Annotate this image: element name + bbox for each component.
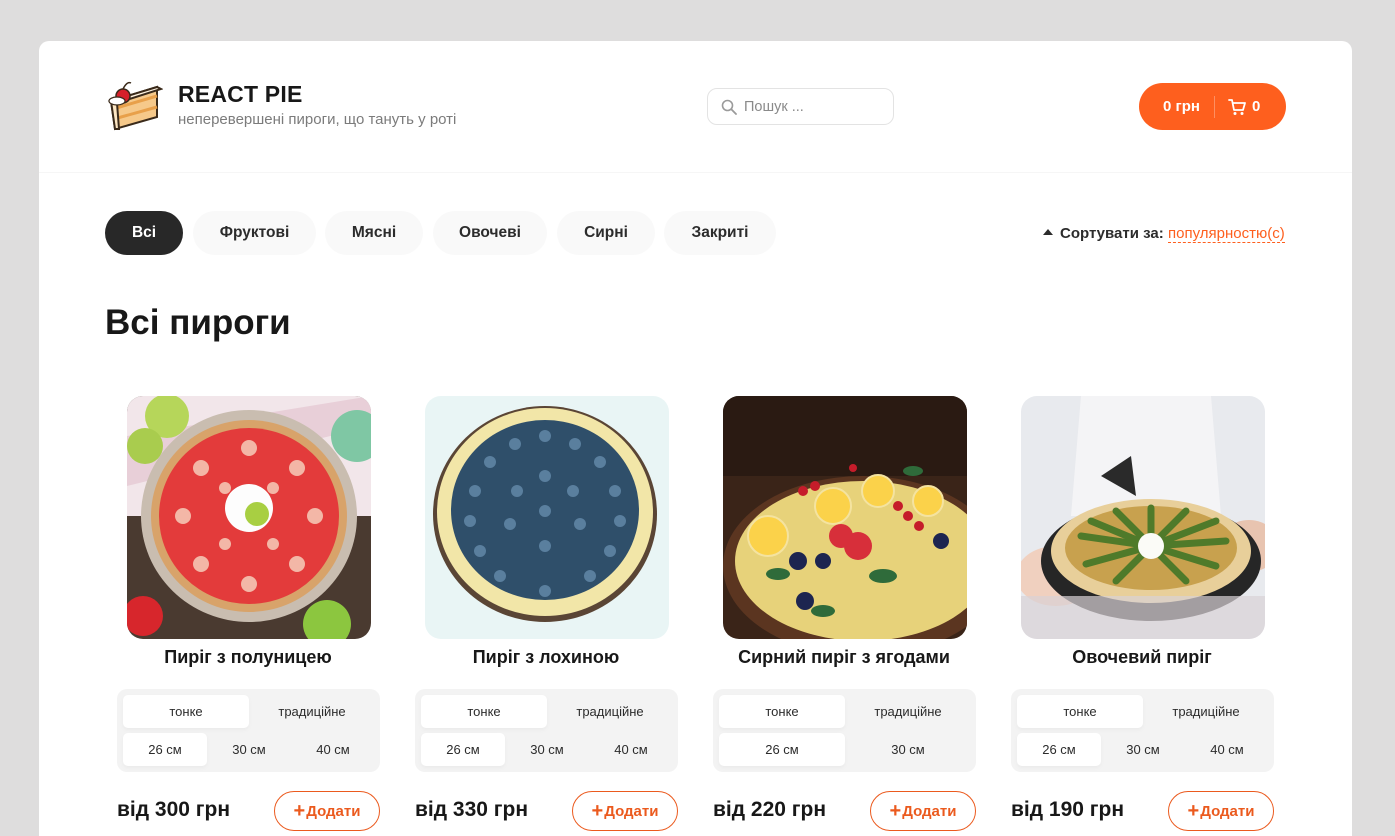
product-card: Овочевий пиріг тонке традиційне 26 см 30… [1011, 396, 1274, 836]
size-option-40[interactable]: 40 см [589, 733, 673, 766]
sort-up-arrow-icon [1043, 229, 1053, 235]
options-selector: тонке традиційне 26 см 30 см 40 см [117, 689, 380, 772]
vegetable-pie-image [1021, 396, 1265, 639]
type-option-traditional[interactable]: традиційне [547, 695, 673, 728]
type-option-thin[interactable]: тонке [421, 695, 547, 728]
category-meat[interactable]: Мясні [325, 211, 423, 255]
add-button[interactable]: + Додати [274, 791, 380, 831]
search-input[interactable] [744, 96, 884, 118]
type-option-traditional[interactable]: традиційне [845, 695, 971, 728]
options-selector: тонке традиційне 26 см 30 см 40 см [1011, 689, 1274, 772]
plus-icon: + [1187, 800, 1200, 822]
product-price: від 220 грн [713, 798, 827, 821]
add-button-label: Додати [604, 802, 659, 820]
size-option-30[interactable]: 30 см [505, 733, 589, 766]
options-selector: тонке традиційне 26 см 30 см [713, 689, 976, 772]
category-vegetable[interactable]: Овочеві [433, 211, 547, 255]
blueberry-pie-image [425, 396, 669, 639]
cart-icon [1228, 99, 1246, 115]
plus-icon: + [591, 800, 604, 822]
add-button[interactable]: + Додати [870, 791, 976, 831]
strawberry-pie-image [127, 396, 371, 639]
size-option-26[interactable]: 26 см [1017, 733, 1101, 766]
type-option-thin[interactable]: тонке [123, 695, 249, 728]
size-option-26[interactable]: 26 см [719, 733, 845, 766]
product-card: Сирний пиріг з ягодами тонке традиційне … [713, 396, 976, 836]
product-name: Пиріг з полуницею [164, 647, 332, 667]
size-option-40[interactable]: 40 см [1185, 733, 1269, 766]
plus-icon: + [293, 800, 306, 822]
product-price: від 300 грн [117, 798, 231, 821]
category-fruit[interactable]: Фруктові [193, 211, 316, 255]
category-closed[interactable]: Закриті [664, 211, 776, 255]
size-option-30[interactable]: 30 см [207, 733, 291, 766]
add-button-label: Додати [1200, 802, 1255, 820]
size-option-30[interactable]: 30 см [1101, 733, 1185, 766]
sort-label: Сортувати за: [1060, 225, 1164, 242]
product-name: Пиріг з лохиною [472, 647, 620, 667]
brand-title: REACT PIE [178, 81, 303, 107]
product-name: Сирний пиріг з ягодами [738, 647, 950, 667]
category-cheese[interactable]: Сирні [557, 211, 655, 255]
options-selector: тонке традиційне 26 см 30 см 40 см [415, 689, 678, 772]
type-option-traditional[interactable]: традиційне [1143, 695, 1269, 728]
category-all[interactable]: Всі [105, 211, 183, 255]
product-card: Пиріг з лохиною тонке традиційне 26 см 3… [415, 396, 678, 836]
size-option-26[interactable]: 26 см [123, 733, 207, 766]
cart-item-count: 0 [1252, 98, 1261, 115]
size-option-26[interactable]: 26 см [421, 733, 505, 766]
product-name: Овочевий пиріг [1072, 647, 1212, 667]
header: REACT PIE неперевершені пироги, що танут… [39, 41, 1352, 173]
pie-slice-logo-icon[interactable] [105, 79, 164, 135]
plus-icon: + [889, 800, 902, 822]
product-card: Пиріг з полуницею тонке традиційне 26 см… [117, 396, 380, 836]
size-option-40[interactable]: 40 см [291, 733, 375, 766]
add-button-label: Додати [902, 802, 957, 820]
product-price: від 190 грн [1011, 798, 1125, 821]
app-container: REACT PIE неперевершені пироги, що танут… [39, 41, 1352, 836]
size-option-30[interactable]: 30 см [845, 733, 971, 766]
search-box[interactable] [707, 88, 894, 125]
type-option-thin[interactable]: тонке [719, 695, 845, 728]
search-icon [721, 99, 737, 115]
brand-subtitle: неперевершені пироги, що тануть у роті [178, 111, 457, 128]
add-button[interactable]: + Додати [1168, 791, 1274, 831]
sort-dropdown-value[interactable]: популярностю(c) [1168, 225, 1285, 243]
add-button-label: Додати [306, 802, 361, 820]
type-option-traditional[interactable]: традиційне [249, 695, 375, 728]
cart-button[interactable]: 0 грн 0 [1139, 83, 1286, 130]
cart-total-price: 0 грн [1163, 98, 1200, 115]
type-option-thin[interactable]: тонке [1017, 695, 1143, 728]
add-button[interactable]: + Додати [572, 791, 678, 831]
cheese-berry-pie-image [723, 396, 967, 639]
page-title: Всі пироги [105, 303, 291, 342]
product-price: від 330 грн [415, 798, 529, 821]
cart-divider [1214, 96, 1215, 118]
